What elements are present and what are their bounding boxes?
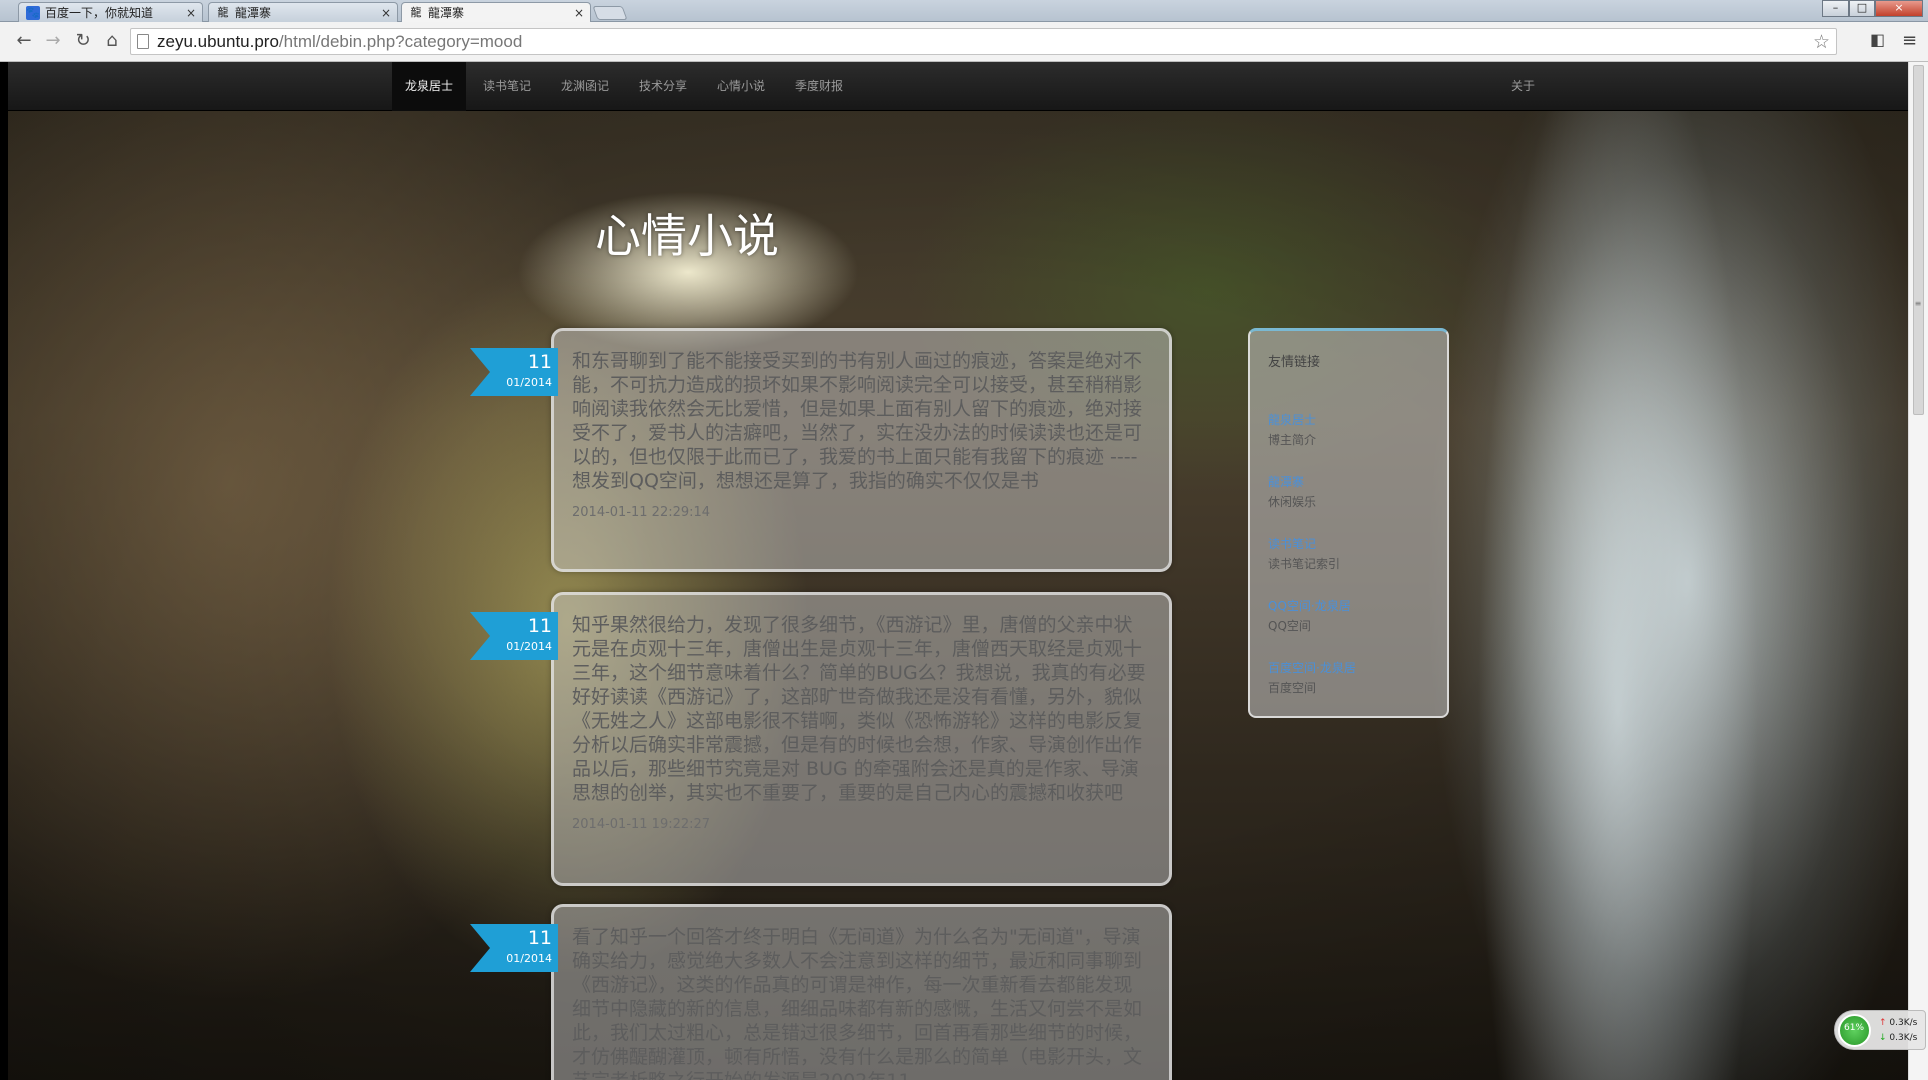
- url-text: zeyu.ubuntu.pro/html/debin.php?category=…: [157, 32, 522, 52]
- sidebar-link[interactable]: 龍潭寨: [1268, 473, 1304, 490]
- sidebar-link[interactable]: 龍泉居士: [1268, 411, 1316, 428]
- tab-close-icon[interactable]: ×: [186, 3, 196, 22]
- forward-arrow-icon[interactable]: →: [42, 30, 64, 52]
- post-content: 看了知乎一个回答才终于明白《无间道》为什么名为"无间道"，导演确实给力，感觉绝大…: [572, 926, 1143, 1080]
- post-card: 和东哥聊到了能不能接受买到的书有别人画过的痕迹，答案是绝对不能，不可抗力造成的损…: [551, 328, 1172, 572]
- baidu-paw-icon: 🐾: [26, 6, 40, 20]
- url-host: zeyu.ubuntu.pro: [157, 32, 279, 51]
- download-speed-value: 0.3K/s: [1889, 1033, 1918, 1043]
- tab-close-icon[interactable]: ×: [381, 3, 391, 22]
- sidebar-link-desc: 读书笔记索引: [1268, 557, 1341, 571]
- download-arrow-icon: ↓: [1879, 1033, 1887, 1043]
- minimize-button[interactable]: –: [1822, 0, 1849, 17]
- post-day: 11: [527, 615, 552, 637]
- nav-item-tech[interactable]: 技术分享: [626, 62, 700, 111]
- browser-tab-longtanzhai-1[interactable]: 龍 龍潭寨 ×: [208, 2, 398, 22]
- url-path: /html/debin.php?category=mood: [278, 32, 523, 51]
- browser-tab-strip: 🐾 百度一下，你就知道 × 龍 龍潭寨 × 龍 龍潭寨 × – □ ×: [0, 0, 1928, 23]
- post-day: 11: [527, 351, 552, 373]
- extension-icon[interactable]: ◧: [1870, 30, 1885, 49]
- home-icon[interactable]: ⌂: [101, 30, 123, 52]
- upload-speed: ↑ 0.3K/s: [1879, 1018, 1917, 1028]
- address-bar[interactable]: zeyu.ubuntu.pro/html/debin.php?category=…: [130, 28, 1837, 55]
- nav-item-longyuan[interactable]: 龙渊函记: [548, 62, 622, 111]
- date-ribbon: 11 01/2014: [470, 348, 558, 396]
- page-scrollbar[interactable]: ≡: [1908, 62, 1928, 1080]
- upload-arrow-icon: ↑: [1879, 1018, 1887, 1028]
- date-ribbon: 11 01/2014: [470, 612, 558, 660]
- post-day: 11: [527, 927, 552, 949]
- download-speed: ↓ 0.3K/s: [1879, 1033, 1917, 1043]
- tab-title: 百度一下，你就知道: [45, 6, 154, 20]
- post-card: 知乎果然很给力，发现了很多细节，《西游记》里，唐僧的父亲中状元是在贞观十三年，唐…: [551, 592, 1172, 886]
- new-tab-button[interactable]: [592, 6, 628, 20]
- scrollbar-thumb[interactable]: [1913, 65, 1924, 415]
- post-content: 和东哥聊到了能不能接受买到的书有别人画过的痕迹，答案是绝对不能，不可抗力造成的损…: [572, 350, 1143, 492]
- bookmark-star-icon[interactable]: ☆: [1813, 31, 1830, 53]
- dragon-icon: 龍: [410, 6, 422, 19]
- browser-tab-baidu[interactable]: 🐾 百度一下，你就知道 ×: [18, 2, 203, 22]
- browser-toolbar: ← → ↻ ⌂ zeyu.ubuntu.pro/html/debin.php?c…: [0, 22, 1928, 62]
- post-time: 2014-01-11 19:22:27: [572, 817, 711, 832]
- sidebar-link-desc: 博主简介: [1268, 433, 1317, 447]
- page-icon: [137, 34, 149, 49]
- nav-item-about[interactable]: 关于: [1498, 62, 1548, 111]
- close-window-button[interactable]: ×: [1875, 0, 1923, 17]
- sidebar-link-desc: 休闲娱乐: [1268, 495, 1317, 509]
- friend-links-panel: 友情链接 龍泉居士 博主简介 龍潭寨 休闲娱乐 读书笔记 读书笔记索引 QQ空间…: [1248, 328, 1449, 718]
- nav-item-longquanjushi[interactable]: 龙泉居士: [392, 62, 467, 111]
- post-month: 01/2014: [506, 952, 552, 965]
- site-navbar: 龙泉居士 读书笔记 龙渊函记 技术分享 心情小说 季度财报 关于: [8, 62, 1908, 111]
- scrollbar-grip-icon: ≡: [1914, 299, 1922, 308]
- nav-item-quarterly[interactable]: 季度财报: [782, 62, 856, 111]
- nav-item-mood[interactable]: 心情小说: [704, 62, 778, 111]
- menu-icon[interactable]: ≡: [1902, 30, 1917, 51]
- page-title: 心情小说: [595, 209, 779, 263]
- maximize-button[interactable]: □: [1849, 0, 1875, 17]
- sidebar-link[interactable]: QQ空间·龙泉居: [1268, 597, 1351, 614]
- post-card: 看了知乎一个回答才终于明白《无间道》为什么名为"无间道"，导演确实给力，感觉绝大…: [551, 904, 1172, 1080]
- dragon-icon: 龍: [217, 6, 229, 19]
- sidebar-title: 友情链接: [1268, 355, 1321, 370]
- nav-item-reading-notes[interactable]: 读书笔记: [470, 62, 544, 111]
- upload-speed-value: 0.3K/s: [1889, 1018, 1918, 1028]
- page-viewport: 龙泉居士 读书笔记 龙渊函记 技术分享 心情小说 季度财报 关于 心情小说 11…: [8, 62, 1908, 1080]
- sidebar-link[interactable]: 百度空间·龙泉居: [1268, 659, 1356, 676]
- cpu-usage-value: 61%: [1844, 1023, 1865, 1033]
- date-ribbon: 11 01/2014: [470, 924, 558, 972]
- tab-title: 龍潭寨: [235, 6, 272, 20]
- tab-close-icon[interactable]: ×: [574, 3, 584, 23]
- tab-title: 龍潭寨: [428, 6, 465, 20]
- sidebar-link[interactable]: 读书笔记: [1268, 535, 1316, 552]
- post-content: 知乎果然很给力，发现了很多细节，《西游记》里，唐僧的父亲中状元是在贞观十三年，唐…: [572, 614, 1146, 804]
- reload-icon[interactable]: ↻: [72, 30, 94, 52]
- sidebar-link-desc: QQ空间: [1268, 619, 1311, 633]
- browser-tab-longtanzhai-active[interactable]: 龍 龍潭寨 ×: [401, 2, 591, 23]
- back-arrow-icon[interactable]: ←: [13, 30, 35, 52]
- network-monitor-widget[interactable]: 61% ↑ 0.3K/s ↓ 0.3K/s: [1834, 1010, 1926, 1050]
- post-month: 01/2014: [506, 640, 552, 653]
- post-month: 01/2014: [506, 376, 552, 389]
- sidebar-link-desc: 百度空间: [1268, 681, 1317, 695]
- post-time: 2014-01-11 22:29:14: [572, 505, 711, 520]
